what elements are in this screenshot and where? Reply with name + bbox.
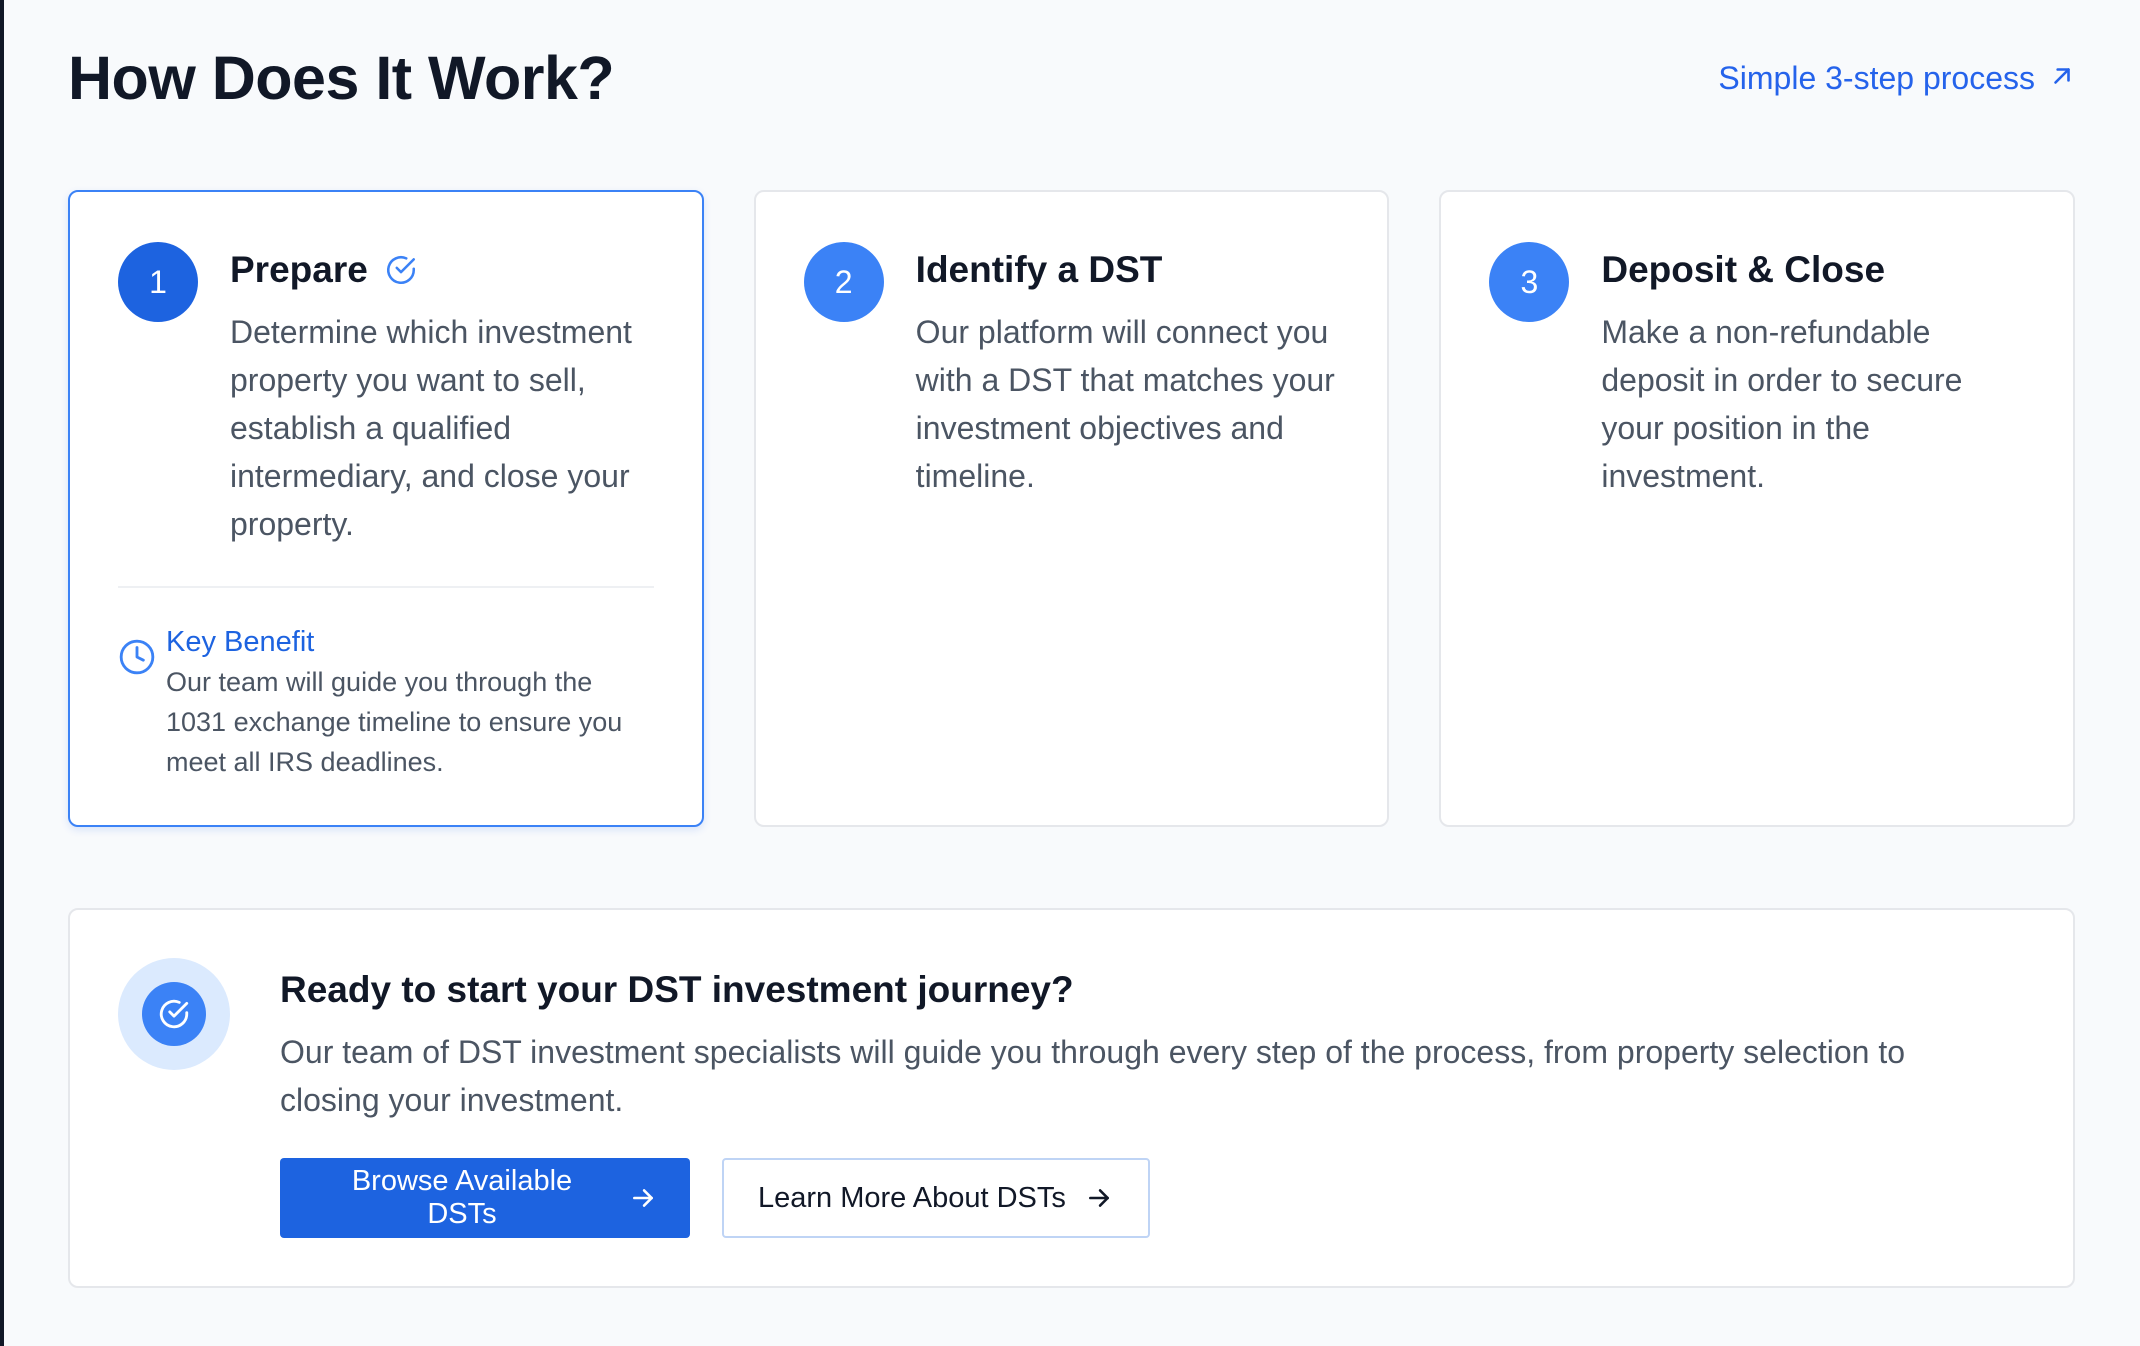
cta-panel: Ready to start your DST investment journ… xyxy=(68,908,2075,1288)
clock-icon xyxy=(118,638,156,676)
step-card-deposit[interactable]: 3 Deposit & Close Make a non-refundable … xyxy=(1439,190,2076,827)
browse-dsts-button[interactable]: Browse Available DSTs xyxy=(280,1158,690,1238)
steps-row: 1 Prepare Determine which investment pro… xyxy=(68,190,2076,827)
step-description: Our platform will connect you with a DST… xyxy=(915,314,1335,494)
cta-buttons: Browse Available DSTs Learn More About D… xyxy=(280,1158,1973,1238)
how-it-works-section: How Does It Work? Simple 3-step process … xyxy=(68,0,2076,1346)
step-title: Identify a DST xyxy=(915,249,1163,290)
browse-dsts-label: Browse Available DSTs xyxy=(351,1165,573,1230)
step-card-identify[interactable]: 2 Identify a DST Our platform will conne… xyxy=(753,190,1390,827)
step-title: Prepare xyxy=(230,249,368,290)
page-title: How Does It Work? xyxy=(68,44,615,112)
step-card-prepare[interactable]: 1 Prepare Determine which investment pro… xyxy=(68,190,704,827)
step-title: Deposit & Close xyxy=(1601,249,1886,290)
cta-title: Ready to start your DST investment journ… xyxy=(280,969,1074,1010)
step-number-badge: 2 xyxy=(803,242,884,322)
learn-more-label: Learn More About DSTs xyxy=(758,1181,1066,1214)
check-circle-icon xyxy=(384,253,418,287)
learn-more-button[interactable]: Learn More About DSTs xyxy=(722,1158,1150,1238)
process-link-label: Simple 3-step process xyxy=(1718,59,2035,96)
section-header: How Does It Work? Simple 3-step process xyxy=(68,38,2075,118)
arrow-right-icon xyxy=(630,1185,656,1211)
step-description: Determine which investment property you … xyxy=(230,314,632,542)
step-number-badge: 1 xyxy=(118,242,198,322)
key-benefit-text: Our team will guide you through the 1031… xyxy=(166,667,623,777)
cta-badge xyxy=(118,958,230,1070)
key-benefit: Key Benefit Our team will guide you thro… xyxy=(118,622,654,782)
step-description: Make a non-refundable deposit in order t… xyxy=(1601,314,1963,494)
step-number-badge: 3 xyxy=(1489,242,1570,322)
card-divider xyxy=(118,586,654,588)
cta-description: Our team of DST investment specialists w… xyxy=(280,1034,1906,1118)
arrow-up-right-icon xyxy=(2049,60,2075,97)
process-link[interactable]: Simple 3-step process xyxy=(1718,60,2075,97)
check-circle-icon xyxy=(157,997,191,1031)
arrow-right-icon xyxy=(1086,1185,1112,1211)
key-benefit-title: Key Benefit xyxy=(166,626,315,658)
window-left-edge xyxy=(0,0,4,1346)
